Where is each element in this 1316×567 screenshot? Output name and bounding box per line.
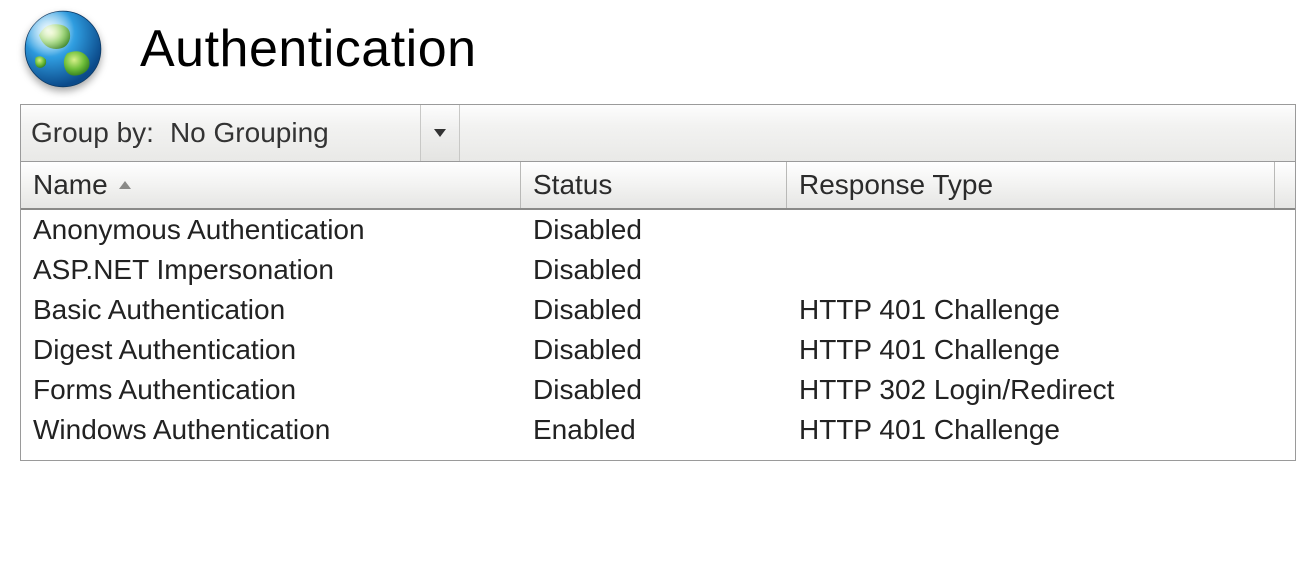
cell-name: Anonymous Authentication — [21, 216, 521, 244]
column-header-row: Name Status Response Type — [21, 162, 1295, 210]
column-header-name[interactable]: Name — [21, 162, 521, 208]
sort-asc-icon — [118, 180, 132, 190]
toolbar-filler — [460, 105, 1295, 161]
list-item[interactable]: Anonymous Authentication Disabled — [21, 210, 1295, 250]
group-by-dropdown-button[interactable] — [420, 105, 460, 161]
group-by-label: Group by: — [21, 105, 164, 161]
page-header: Authentication — [0, 0, 1316, 104]
group-by-value[interactable]: No Grouping — [164, 105, 420, 161]
column-header-stub — [1275, 162, 1295, 208]
cell-name: ASP.NET Impersonation — [21, 256, 521, 284]
cell-response-type: HTTP 302 Login/Redirect — [787, 376, 1295, 404]
authentication-list: Anonymous Authentication Disabled ASP.NE… — [20, 210, 1296, 461]
cell-status: Disabled — [521, 296, 787, 324]
cell-status: Disabled — [521, 336, 787, 364]
cell-status: Disabled — [521, 216, 787, 244]
cell-name: Windows Authentication — [21, 416, 521, 444]
list-item[interactable]: ASP.NET Impersonation Disabled — [21, 250, 1295, 290]
page-title: Authentication — [140, 19, 477, 79]
list-item[interactable]: Forms Authentication Disabled HTTP 302 L… — [21, 370, 1295, 410]
cell-name: Digest Authentication — [21, 336, 521, 364]
cell-status: Disabled — [521, 376, 787, 404]
column-header-status[interactable]: Status — [521, 162, 787, 208]
list-item[interactable]: Windows Authentication Enabled HTTP 401 … — [21, 410, 1295, 450]
column-header-response-type[interactable]: Response Type — [787, 162, 1275, 208]
list-item[interactable]: Digest Authentication Disabled HTTP 401 … — [21, 330, 1295, 370]
column-header-response-type-label: Response Type — [799, 169, 993, 201]
cell-response-type: HTTP 401 Challenge — [787, 416, 1295, 444]
cell-name: Forms Authentication — [21, 376, 521, 404]
column-header-name-label: Name — [33, 169, 108, 201]
cell-status: Enabled — [521, 416, 787, 444]
cell-response-type: HTTP 401 Challenge — [787, 336, 1295, 364]
list-item[interactable]: Basic Authentication Disabled HTTP 401 C… — [21, 290, 1295, 330]
chevron-down-icon — [433, 128, 447, 138]
globe-icon — [20, 6, 106, 92]
column-header-status-label: Status — [533, 169, 612, 201]
cell-response-type: HTTP 401 Challenge — [787, 296, 1295, 324]
group-by-toolbar: Group by: No Grouping — [21, 105, 1295, 161]
cell-name: Basic Authentication — [21, 296, 521, 324]
cell-status: Disabled — [521, 256, 787, 284]
